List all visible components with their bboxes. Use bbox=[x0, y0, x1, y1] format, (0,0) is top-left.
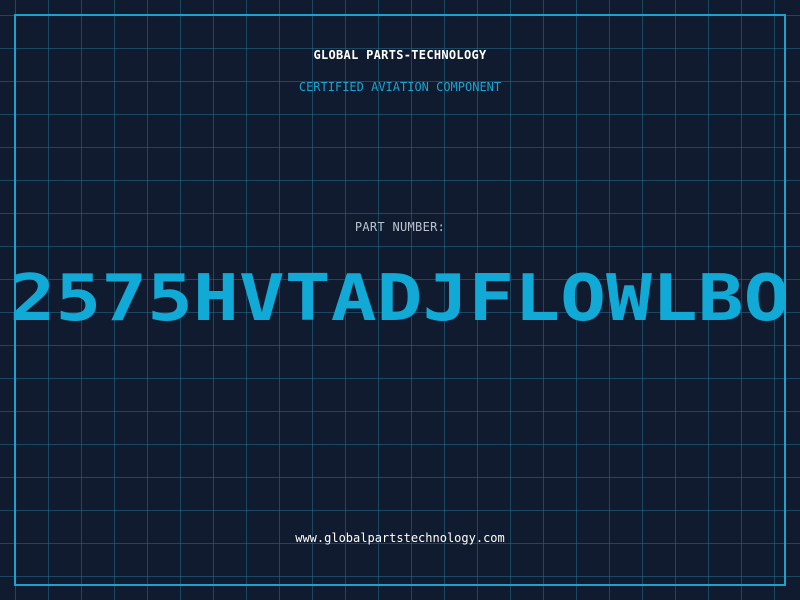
certificate-page: GLOBAL PARTS-TECHNOLOGY CERTIFIED AVIATI… bbox=[0, 0, 800, 600]
website-url: www.globalpartstechnology.com bbox=[295, 531, 505, 545]
company-name: GLOBAL PARTS-TECHNOLOGY bbox=[313, 48, 487, 62]
part-number-container: 2575HVTADJFLOWLBO bbox=[10, 266, 790, 332]
part-number-value: 2575HVTADJFLOWLBO bbox=[9, 262, 791, 336]
part-number-label: PART NUMBER: bbox=[354, 220, 446, 234]
certification-subtitle: CERTIFIED AVIATION COMPONENT bbox=[298, 80, 502, 94]
